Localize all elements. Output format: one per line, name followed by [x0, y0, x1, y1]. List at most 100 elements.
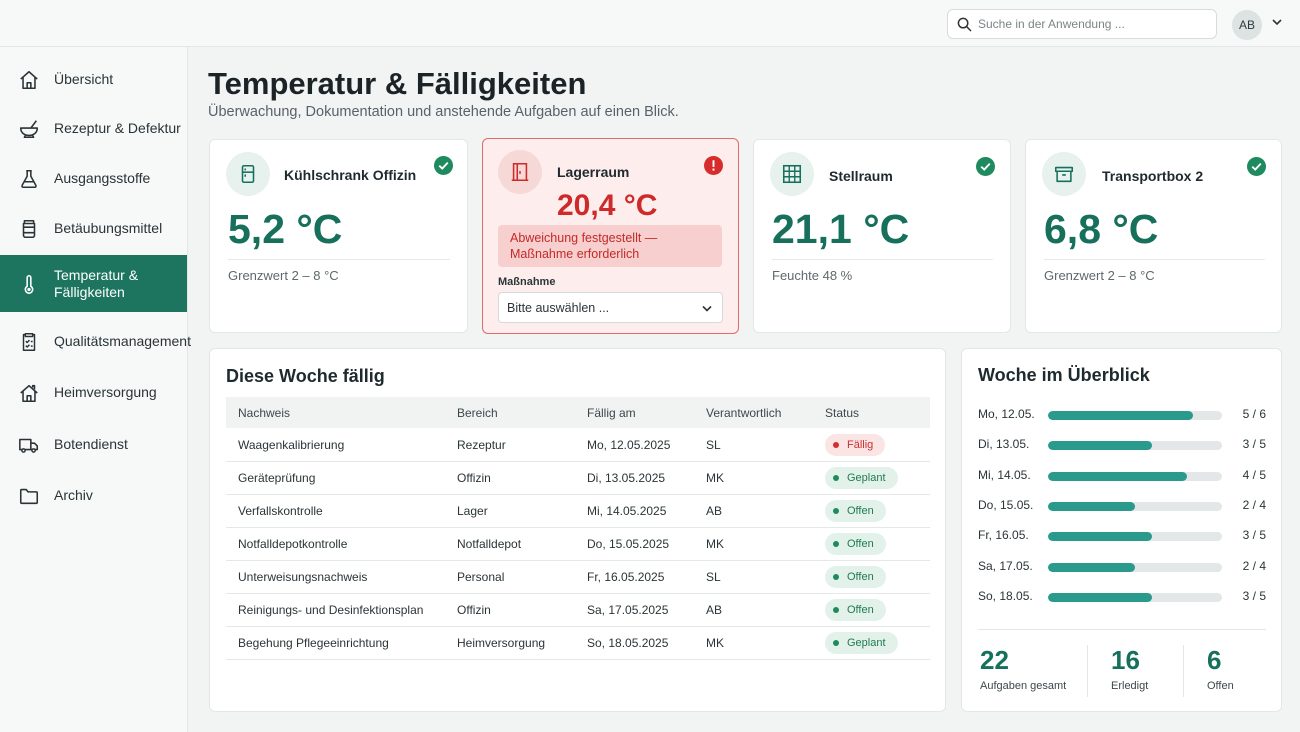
sensor-card-lagerraum[interactable]: Lagerraum 20,4 °C Abweichung festgestell…: [482, 138, 739, 334]
measure-label: Maßnahme: [498, 276, 556, 288]
progress-fill: [1048, 562, 1135, 572]
sidebar-item-label: Übersicht: [54, 71, 114, 87]
chevron-down-icon: [702, 305, 712, 312]
table-cell: SL: [706, 438, 721, 452]
table-cell: Notfalldepot: [457, 537, 522, 551]
sensor-name: Stellraum: [829, 168, 893, 184]
folder-icon: [19, 488, 39, 504]
progress-fill: [1048, 441, 1153, 451]
table-header: Nachweis Bereich Fällig am Verantwortlic…: [226, 397, 930, 428]
stat-open: 6 Offen: [1207, 645, 1234, 692]
table-cell: MK: [706, 537, 724, 551]
table-cell: Rezeptur: [457, 438, 506, 452]
progress-fill: [1048, 471, 1188, 481]
sidebar-item-ausgangsstoffe[interactable]: Ausgangsstoffe: [0, 156, 187, 201]
progress-fill: [1048, 532, 1153, 542]
page-subtitle: Überwachung, Dokumentation und anstehend…: [208, 104, 679, 120]
divider: [1087, 645, 1088, 697]
box-icon: [1042, 152, 1086, 196]
sensor-card-kuehlschrank[interactable]: Kühlschrank Offizin 5,2 °C Grenzwert 2 –…: [209, 139, 468, 333]
column-header: Bereich: [457, 406, 498, 420]
week-day-row: Di, 13.05. 3 / 5: [978, 436, 1266, 452]
table-row[interactable]: Reinigungs- und Desinfektionsplan Offizin…: [226, 594, 930, 627]
sidebar-item-betaeubungsmittel[interactable]: Betäubungsmittel: [0, 206, 187, 251]
section-title: Diese Woche fällig: [226, 366, 385, 386]
week-day-row: Fr, 16.05. 3 / 5: [978, 527, 1266, 543]
check-circle-icon: [976, 157, 995, 176]
sidebar-item-temperatur[interactable]: Temperatur & Fälligkeiten: [0, 255, 187, 312]
divider: [228, 259, 450, 260]
status-badge: Geplant: [825, 467, 898, 489]
progress-track: [1048, 411, 1222, 420]
sensor-temperature: 5,2 °C: [228, 206, 343, 252]
column-header: Status: [825, 406, 860, 420]
table-cell: Lager: [457, 504, 488, 518]
table-cell: Offizin: [457, 603, 491, 617]
sidebar-item-botendienst[interactable]: Botendienst: [0, 422, 187, 467]
status-badge: Offen: [825, 599, 886, 621]
week-day-row: Mo, 12.05. 5 / 6: [978, 406, 1266, 422]
door-icon: [498, 150, 542, 194]
stat-done: 16 Erledigt: [1111, 645, 1148, 692]
sidebar-item-heimversorgung[interactable]: Heimversorgung: [0, 370, 187, 415]
week-day-label: Sa, 17.05.: [978, 558, 1033, 573]
progress-track: [1048, 501, 1222, 511]
sidebar-item-label: Rezeptur & Defektur: [54, 120, 181, 136]
sensor-temperature: 6,8 °C: [1044, 206, 1159, 252]
alert-message: Abweichung festgestellt — Maßnahme erfor…: [498, 225, 722, 267]
table-row[interactable]: Waagenkalibrierung Rezeptur Mo, 12.05.2025…: [226, 429, 930, 462]
progress-track: [1048, 592, 1222, 602]
sidebar-item-qualitaetsmanagement[interactable]: Qualitätsmanagement: [0, 319, 191, 364]
avatar[interactable]: AB: [1232, 10, 1262, 40]
table-row[interactable]: Unterweisungsnachweis Personal Fr, 16.05.2…: [226, 561, 930, 594]
sidebar-item-uebersicht[interactable]: Übersicht: [0, 57, 187, 102]
status-badge: Offen: [825, 566, 886, 588]
house-icon: [20, 384, 38, 402]
sidebar-item-archiv[interactable]: Archiv: [0, 473, 187, 518]
table-cell: Mi, 14.05.2025: [587, 504, 667, 518]
measure-select[interactable]: Bitte auswählen ...: [498, 292, 723, 323]
table-row[interactable]: Notfalldepotkontrolle Notfalldepot Do, 15.…: [226, 528, 930, 561]
week-day-label: Mi, 14.05.: [978, 467, 1031, 482]
week-day-value: 3 / 5: [1242, 588, 1266, 603]
status-badge: Fällig: [825, 434, 886, 456]
table-cell: AB: [706, 603, 723, 617]
table-row[interactable]: Begehung Pflegeeinrichtung Heimversorgung…: [226, 627, 930, 660]
progress-track: [1048, 562, 1222, 572]
table-row[interactable]: Geräteprüfung Offizin Di, 13.05.2025 MK Gepl…: [226, 462, 930, 495]
progress-track: [1048, 532, 1222, 542]
table-cell: Unterweisungsnachweis: [238, 570, 368, 584]
table-row[interactable]: Verfallskontrolle Lager Mi, 14.05.2025 AB Of…: [226, 495, 930, 528]
sidebar-item-rezeptur[interactable]: Rezeptur & Defektur: [0, 106, 187, 151]
search-box[interactable]: [947, 9, 1217, 39]
stat-value: 6: [1207, 645, 1222, 675]
sensor-meta: Grenzwert 2 – 8 °C: [1044, 268, 1155, 283]
search-icon: [957, 17, 972, 32]
page-title: Temperatur & Fälligkeiten: [208, 66, 587, 101]
table-cell: So, 18.05.2025: [587, 636, 669, 650]
table-cell: Reinigungs- und Desinfektionsplan: [238, 603, 424, 617]
stat-label: Aufgaben gesamt: [980, 680, 1067, 692]
sensor-meta: Feuchte 48 %: [772, 268, 853, 283]
column-header: Nachweis: [238, 406, 291, 420]
check-circle-icon: [1247, 157, 1266, 176]
sidebar-item-label: Ausgangsstoffe: [54, 170, 151, 186]
search-input[interactable]: [978, 11, 1210, 37]
table-cell: Geräteprüfung: [238, 471, 316, 485]
table-cell: Begehung Pflegeeinrichtung: [238, 636, 389, 650]
clipboard-check-icon: [22, 332, 36, 351]
home-icon: [20, 70, 38, 89]
progress-track: [1048, 471, 1222, 481]
stat-label: Offen: [1207, 680, 1234, 692]
thermometer-icon: [24, 274, 34, 294]
sensor-name: Transportbox 2: [1102, 168, 1204, 184]
sensor-name: Lagerraum: [557, 164, 630, 180]
sensor-card-transportbox[interactable]: Transportbox 2 6,8 °C Grenzwert 2 – 8 °C: [1025, 139, 1282, 333]
chevron-down-icon[interactable]: [1271, 16, 1283, 28]
sensor-card-stellraum[interactable]: Stellraum 21,1 °C Feuchte 48 %: [753, 139, 1011, 333]
week-day-value: 2 / 4: [1242, 558, 1266, 573]
stat-value: 22: [980, 645, 1009, 675]
table-cell: Mo, 12.05.2025: [587, 438, 671, 452]
measure-select-value: Bitte auswählen ...: [507, 301, 610, 315]
week-day-row: Mi, 14.05. 4 / 5: [978, 467, 1266, 483]
